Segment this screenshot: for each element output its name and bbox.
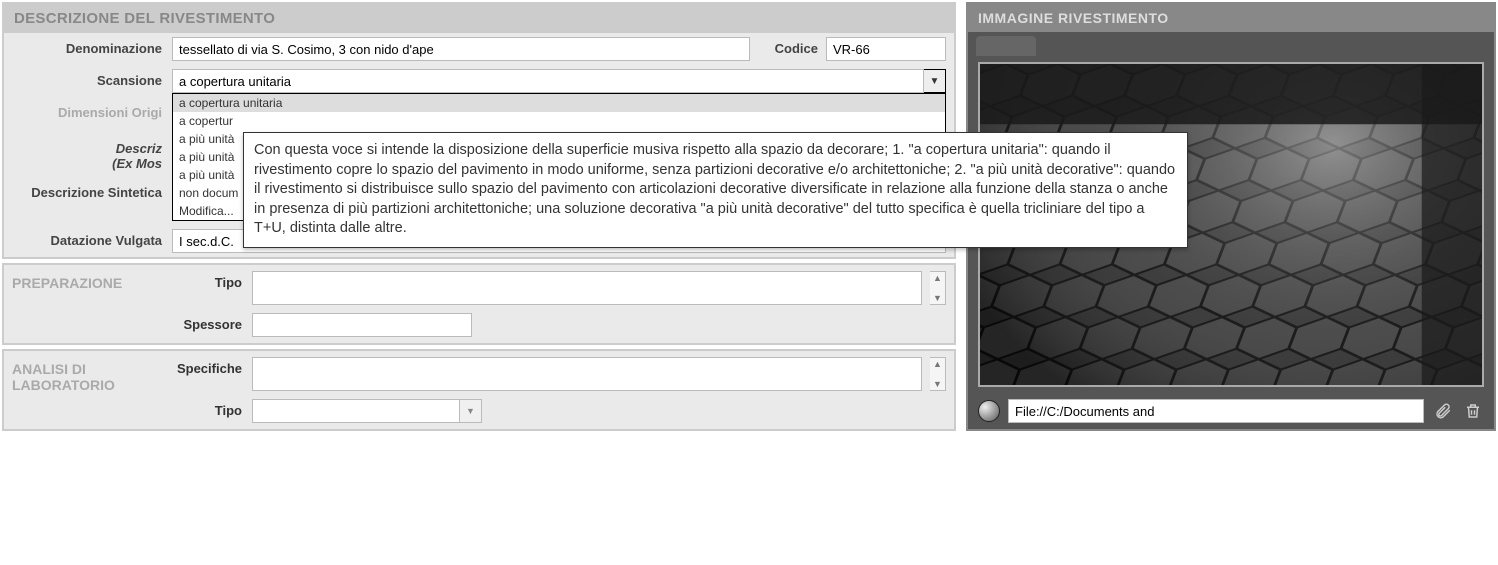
label-prep-spessore: Spessore xyxy=(162,313,242,332)
arrow-down-icon: ▼ xyxy=(930,378,945,390)
label-lab-tipo: Tipo xyxy=(162,399,242,418)
arrow-down-icon: ▼ xyxy=(930,292,945,304)
trash-icon[interactable] xyxy=(1462,400,1484,422)
image-footer xyxy=(968,393,1494,429)
scansione-dropdown-button[interactable]: ▼ xyxy=(924,69,946,93)
label-descr-line1: Descriz xyxy=(116,141,162,156)
label-descrizione-exmos: Descriz (Ex Mos xyxy=(12,137,162,171)
lab-specifiche-textarea[interactable] xyxy=(252,357,922,391)
attach-icon[interactable] xyxy=(1432,400,1454,422)
image-panel-header: IMMAGINE RIVESTIMENTO xyxy=(968,4,1494,32)
label-prep-tipo: Tipo xyxy=(162,271,242,290)
label-codice: Codice xyxy=(758,37,818,61)
lab-tipo-input[interactable] xyxy=(252,399,460,423)
denominazione-input[interactable] xyxy=(172,37,750,61)
chevron-down-icon: ▼ xyxy=(930,76,940,87)
label-scansione: Scansione xyxy=(12,69,162,88)
section-preparazione: PREPARAZIONE Tipo ▲▼ Spessore xyxy=(2,263,956,345)
scansione-option[interactable]: a copertur xyxy=(173,112,945,130)
label-datazione: Datazione Vulgata xyxy=(12,229,162,248)
scansione-option[interactable]: a copertura unitaria xyxy=(173,94,945,112)
label-denominazione: Denominazione xyxy=(12,37,162,56)
scansione-input[interactable] xyxy=(172,69,924,93)
section-header-analisi: ANALISI DI LABORATORIO xyxy=(4,353,154,427)
textarea-scroll[interactable]: ▲▼ xyxy=(930,357,946,391)
image-tab[interactable] xyxy=(976,36,1036,56)
arrow-up-icon: ▲ xyxy=(930,358,945,370)
image-tab-bar xyxy=(968,32,1494,56)
codice-input[interactable] xyxy=(826,37,946,61)
textarea-scroll[interactable]: ▲▼ xyxy=(930,271,946,305)
zoom-lens-icon[interactable] xyxy=(978,400,1000,422)
lab-tipo-dropdown-button[interactable]: ▼ xyxy=(460,399,482,423)
label-descr-line2: (Ex Mos xyxy=(112,156,162,171)
prep-spessore-input[interactable] xyxy=(252,313,472,337)
section-header-descrizione: DESCRIZIONE DEL RIVESTIMENTO xyxy=(4,4,954,33)
image-path-input[interactable] xyxy=(1008,399,1424,423)
section-analisi-laboratorio: ANALISI DI LABORATORIO Specifiche ▲▼ Tip… xyxy=(2,349,956,431)
label-lab-specifiche: Specifiche xyxy=(162,357,242,376)
tooltip-text: Con questa voce si intende la disposizio… xyxy=(254,142,1175,236)
label-descrizione-sintetica: Descrizione Sintetica xyxy=(12,181,162,200)
scansione-help-tooltip: Con questa voce si intende la disposizio… xyxy=(243,132,1188,248)
lab-tipo-select[interactable]: ▼ xyxy=(252,399,482,423)
label-dimensioni-originali: Dimensioni Origi xyxy=(12,101,162,120)
prep-tipo-textarea[interactable] xyxy=(252,271,922,305)
arrow-up-icon: ▲ xyxy=(930,272,945,284)
chevron-down-icon: ▼ xyxy=(466,406,475,416)
section-header-preparazione: PREPARAZIONE xyxy=(4,267,154,341)
scansione-select[interactable]: ▼ a copertura unitaria a copertur a più … xyxy=(172,69,946,93)
